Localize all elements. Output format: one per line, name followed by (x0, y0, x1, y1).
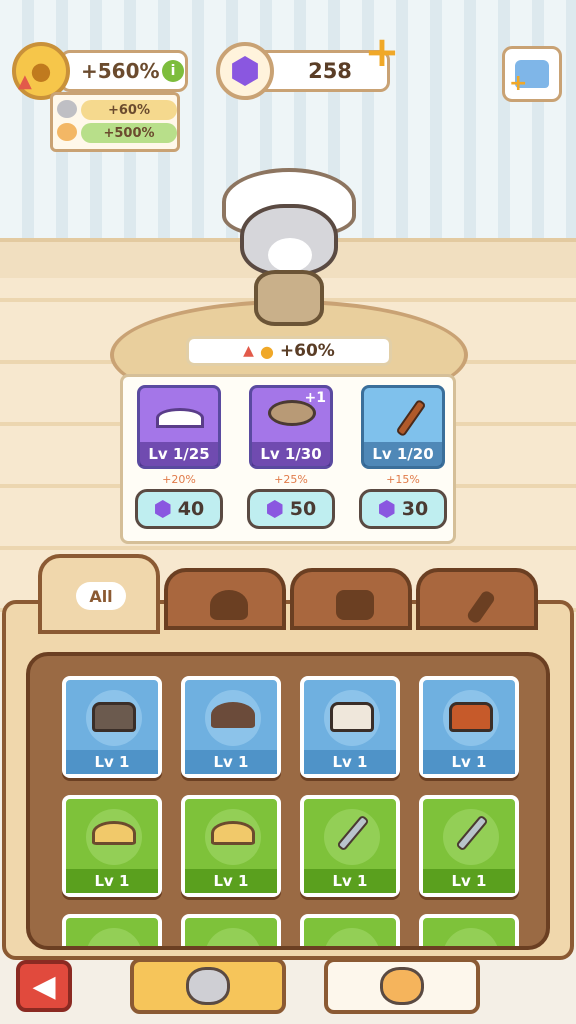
upgrade-cost: 40 (177, 498, 205, 520)
coin-bonus-value: +560% (81, 59, 160, 83)
tab-outfits[interactable] (290, 568, 412, 630)
ladle-icon (395, 398, 427, 438)
paw-icon: ● (30, 57, 52, 85)
select-orange-cat-button[interactable] (324, 958, 480, 1014)
paw-coin-icon: ● (259, 341, 274, 361)
equip-percent: +20% (162, 473, 196, 486)
stage-bonus-label: ▲ ● +60% (186, 336, 392, 366)
upgrade-cost: 50 (289, 498, 317, 520)
gem-count: 258 (308, 59, 352, 83)
chef-hat-icon (210, 590, 248, 620)
inventory-card[interactable]: Lv 1 (419, 795, 519, 897)
card-level: Lv 1 (304, 750, 396, 774)
tab-all[interactable]: All (38, 554, 160, 634)
inventory-card[interactable] (62, 914, 162, 946)
card-level: Lv 1 (185, 750, 277, 774)
straw-hat-icon (211, 821, 255, 845)
arrow-up-icon: ▲ (243, 343, 254, 359)
gem-icon (216, 42, 274, 100)
info-icon[interactable]: i (162, 60, 184, 82)
upgrade-tool-button[interactable]: 30 (359, 489, 447, 529)
upgrade-hat-button[interactable]: 40 (135, 489, 223, 529)
inventory-grid[interactable]: Lv 1 Lv 1 Lv 1 Lv 1 Lv 1 Lv 1 Lv 1 Lv 1 (26, 652, 550, 950)
gem-icon (267, 500, 283, 518)
inventory-card[interactable]: Lv 1 (300, 795, 400, 897)
equip-slot-tool[interactable]: Lv 1/20 (361, 385, 445, 469)
shirt-icon (336, 590, 374, 620)
card-level: Lv 1 (304, 869, 396, 893)
stage-bonus-value: +60% (279, 341, 335, 361)
gem-icon (379, 500, 395, 518)
orange-cat-mini-icon (57, 123, 77, 141)
equip-slot-level: Lv 1/20 (364, 442, 442, 466)
inventory-card[interactable] (419, 914, 519, 946)
upgrade-badge: +1 (304, 390, 326, 406)
wardrobe-icon (509, 60, 549, 96)
hat-icon (211, 702, 255, 728)
tab-all-label: All (76, 582, 126, 610)
card-level: Lv 1 (66, 750, 158, 774)
bonus-row-orange: +500% (81, 123, 177, 143)
bonus-row-gray: +60% (81, 100, 177, 120)
tab-tools[interactable] (416, 568, 538, 630)
card-level: Lv 1 (66, 869, 158, 893)
spatula-icon (465, 589, 497, 625)
equip-slot-hat[interactable]: Lv 1/25 (137, 385, 221, 469)
card-level: Lv 1 (423, 750, 515, 774)
equip-slot-level: Lv 1/30 (252, 442, 330, 466)
add-gems-button[interactable]: + (364, 31, 400, 73)
inventory-card[interactable]: Lv 1 (62, 676, 162, 778)
wardrobe-button[interactable] (502, 46, 562, 102)
gem-icon (155, 500, 171, 518)
inventory-card[interactable]: Lv 1 (419, 676, 519, 778)
apron-icon (449, 702, 493, 732)
gray-cat-mini-icon (57, 100, 77, 118)
equipped-panel: Lv 1/25 +1 Lv 1/30 Lv 1/20 +20% +25% +15… (120, 374, 456, 544)
card-level: Lv 1 (423, 869, 515, 893)
equip-slot-level: Lv 1/25 (140, 442, 218, 466)
equip-percent: +25% (274, 473, 308, 486)
inventory-card[interactable]: Lv 1 (181, 795, 281, 897)
cat-body (254, 270, 324, 326)
equip-percent: +15% (386, 473, 420, 486)
arrow-up-icon: ▲ (18, 71, 32, 92)
inventory-card[interactable]: Lv 1 (181, 676, 281, 778)
select-gray-cat-button[interactable] (130, 958, 286, 1014)
upgrade-outfit-button[interactable]: 50 (247, 489, 335, 529)
cat-head (240, 204, 338, 276)
cat-character[interactable] (222, 168, 356, 330)
bonus-breakdown: +60% +500% (50, 92, 180, 152)
tiara-icon (156, 408, 204, 428)
upgrade-cost: 30 (401, 498, 429, 520)
straw-hat-icon (92, 821, 136, 845)
inventory-card[interactable]: Lv 1 (300, 676, 400, 778)
apron-icon (92, 702, 136, 732)
inventory-card[interactable] (181, 914, 281, 946)
back-button[interactable]: ◀ (16, 960, 72, 1012)
gray-cat-icon (186, 967, 230, 1005)
inventory-card[interactable] (300, 914, 400, 946)
card-level: Lv 1 (185, 869, 277, 893)
apron-icon (330, 702, 374, 732)
orange-cat-icon (380, 967, 424, 1005)
equip-slot-outfit[interactable]: +1 Lv 1/30 (249, 385, 333, 469)
inventory-card[interactable]: Lv 1 (62, 795, 162, 897)
tab-hats[interactable] (164, 568, 286, 630)
back-arrow-icon: ◀ (32, 968, 56, 1004)
